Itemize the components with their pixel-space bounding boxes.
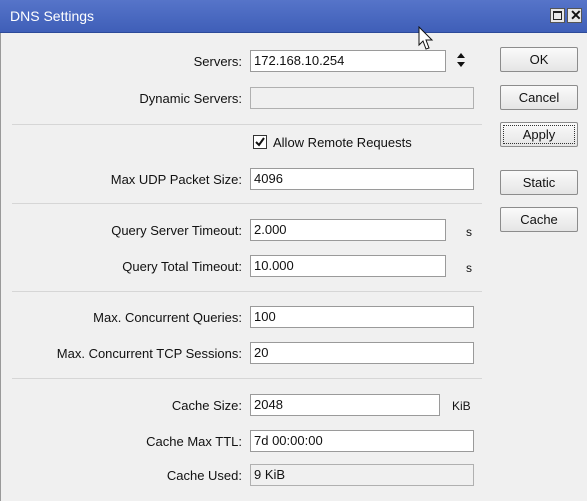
apply-button[interactable]: Apply [500,122,578,147]
allow-remote-requests-checkbox[interactable] [253,135,267,149]
dynamic-servers-label: Dynamic Servers: [139,91,242,106]
max-concurrent-queries-label: Max. Concurrent Queries: [93,310,242,325]
ok-button[interactable]: OK [500,47,578,72]
query-total-timeout-label: Query Total Timeout: [122,259,242,274]
static-button[interactable]: Static [500,170,578,195]
query-total-timeout-input[interactable]: 10.000 [250,255,446,277]
cache-max-ttl-input[interactable]: 7d 00:00:00 [250,430,474,452]
max-concurrent-tcp-sessions-input[interactable]: 20 [250,342,474,364]
cache-size-label: Cache Size: [171,398,242,413]
maximize-icon[interactable] [550,8,565,23]
cancel-button[interactable]: Cancel [500,85,578,110]
servers-input[interactable]: 172.168.10.254 [250,50,446,72]
updown-icon[interactable] [456,52,466,68]
separator [12,124,482,125]
max-udp-packet-size-label: Max UDP Packet Size: [110,172,242,187]
cache-used-label: Cache Used: [166,468,242,483]
window-title: DNS Settings [10,8,95,24]
max-concurrent-tcp-sessions-label: Max. Concurrent TCP Sessions: [56,346,242,361]
window-border [0,33,1,501]
cache-max-ttl-label: Cache Max TTL: [146,434,242,449]
title-bar[interactable]: DNS Settings ✕ [0,0,587,33]
separator [12,291,482,292]
mouse-cursor-icon [418,26,434,50]
close-icon[interactable]: ✕ [567,7,582,23]
cache-size-unit: KiB [452,399,471,413]
dynamic-servers-field [250,87,474,109]
query-server-timeout-label: Query Server Timeout: [111,223,242,238]
cache-button[interactable]: Cache [500,207,578,232]
cache-used-field: 9 KiB [250,464,474,486]
cache-size-input[interactable]: 2048 [250,394,440,416]
max-concurrent-queries-input[interactable]: 100 [250,306,474,328]
separator [12,203,482,204]
allow-remote-requests-label[interactable]: Allow Remote Requests [273,135,412,150]
query-server-timeout-unit: s [466,225,472,239]
checkmark-icon [255,137,265,147]
max-udp-packet-size-input[interactable]: 4096 [250,168,474,190]
query-total-timeout-unit: s [466,261,472,275]
servers-label: Servers: [193,54,242,69]
separator [12,378,482,379]
query-server-timeout-input[interactable]: 2.000 [250,219,446,241]
